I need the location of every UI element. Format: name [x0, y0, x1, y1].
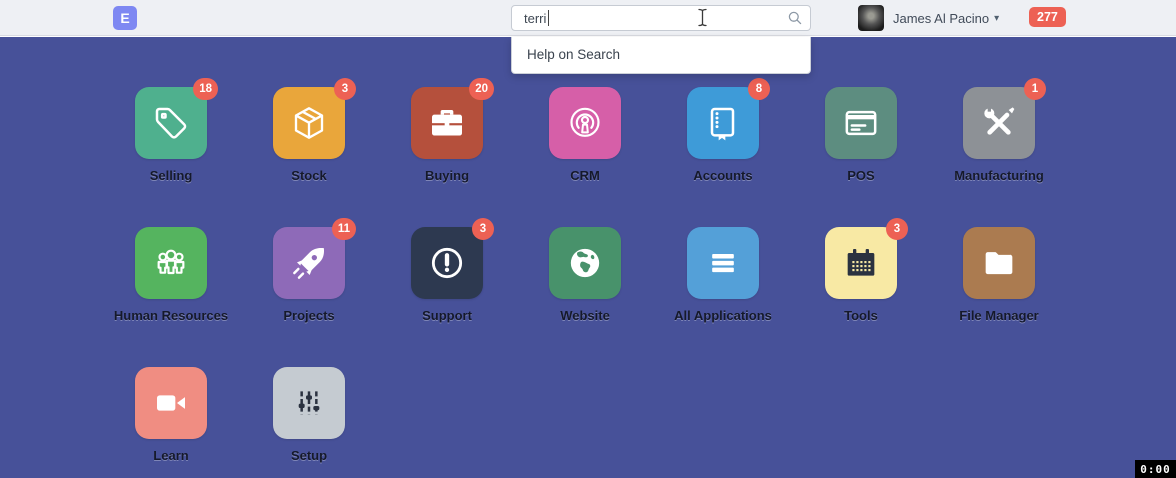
buying-tile[interactable]: 20 — [411, 87, 483, 159]
app-grid: 18 Selling 3 Sto — [102, 87, 1068, 478]
human-resources-tile[interactable] — [135, 227, 207, 299]
notification-badge: 8 — [748, 78, 770, 100]
calendar-icon — [841, 243, 881, 283]
search-suggestions-dropdown: Help on Search — [511, 37, 811, 74]
app-label: Learn — [153, 448, 188, 463]
app-shortcut-support[interactable]: 3 Support — [378, 227, 516, 367]
app-shortcut-human-resources[interactable]: Human Resources — [102, 227, 240, 367]
app-label: Setup — [291, 448, 327, 463]
ledger-book-icon — [703, 103, 743, 143]
manufacturing-tile[interactable]: 1 — [963, 87, 1035, 159]
desk-area: 18 Selling 3 Sto — [0, 37, 1176, 478]
notification-badge: 18 — [193, 78, 218, 100]
text-caret — [548, 10, 549, 26]
podcast-icon — [565, 103, 605, 143]
app-shortcut-all-applications[interactable]: All Applications — [654, 227, 792, 367]
app-shortcut-buying[interactable]: 20 Buying — [378, 87, 516, 227]
app-label: Website — [560, 308, 610, 323]
user-avatar[interactable] — [858, 5, 884, 31]
notification-badge: 11 — [332, 218, 356, 240]
app-label: Manufacturing — [954, 168, 1044, 183]
search-suggestion-help-on-search[interactable]: Help on Search — [512, 37, 810, 73]
alert-circle-icon — [427, 243, 467, 283]
learn-tile[interactable] — [135, 367, 207, 439]
accounts-tile[interactable]: 8 — [687, 87, 759, 159]
tools-tile[interactable]: 3 — [825, 227, 897, 299]
app-shortcut-selling[interactable]: 18 Selling — [102, 87, 240, 227]
globe-icon — [565, 243, 605, 283]
app-shortcut-file-manager[interactable]: File Manager — [930, 227, 1068, 367]
setup-tile[interactable] — [273, 367, 345, 439]
app-label: Projects — [283, 308, 334, 323]
app-label: Tools — [844, 308, 878, 323]
user-name[interactable]: James Al Pacino — [893, 11, 989, 26]
app-shortcut-tools[interactable]: 3 Tools — [792, 227, 930, 367]
sliders-icon — [289, 383, 329, 423]
recording-timer: 0:00 — [1135, 460, 1176, 478]
stock-tile[interactable]: 3 — [273, 87, 345, 159]
selling-tile[interactable]: 18 — [135, 87, 207, 159]
app-label: Accounts — [693, 168, 752, 183]
people-group-icon — [151, 243, 191, 283]
app-shortcut-learn[interactable]: Learn — [102, 367, 240, 478]
card-icon — [841, 103, 881, 143]
app-shortcut-projects[interactable]: 11 Projects — [240, 227, 378, 367]
app-label: Human Resources — [114, 308, 228, 323]
app-shortcut-accounts[interactable]: 8 Accounts — [654, 87, 792, 227]
projects-tile[interactable]: 11 — [273, 227, 345, 299]
wrench-screwdriver-icon — [979, 103, 1019, 143]
website-tile[interactable] — [549, 227, 621, 299]
app-label: POS — [847, 168, 874, 183]
briefcase-icon — [427, 103, 467, 143]
app-label: Stock — [291, 168, 326, 183]
app-label: Buying — [425, 168, 469, 183]
crm-tile[interactable] — [549, 87, 621, 159]
search-icon[interactable] — [787, 10, 803, 26]
app-shortcut-crm[interactable]: CRM — [516, 87, 654, 227]
app-shortcut-manufacturing[interactable]: 1 Manufacturing — [930, 87, 1068, 227]
notification-badge: 3 — [334, 78, 356, 100]
user-menu[interactable]: James Al Pacino ▾ — [858, 0, 999, 36]
menu-icon — [703, 243, 743, 283]
app-logo[interactable]: E — [113, 6, 137, 30]
notification-badge: 20 — [469, 78, 494, 100]
search-input[interactable] — [511, 5, 811, 31]
chevron-down-icon: ▾ — [994, 13, 999, 24]
notification-count-badge[interactable]: 277 — [1029, 7, 1066, 27]
file-manager-tile[interactable] — [963, 227, 1035, 299]
folder-icon — [979, 243, 1019, 283]
pos-tile[interactable] — [825, 87, 897, 159]
app-label: File Manager — [959, 308, 1038, 323]
app-shortcut-website[interactable]: Website — [516, 227, 654, 367]
app-label: CRM — [570, 168, 600, 183]
topbar: E James Al Pacino ▾ 277 — [0, 0, 1176, 36]
app-label: Support — [422, 308, 472, 323]
tag-icon — [151, 103, 191, 143]
erpnext-desk-page: E James Al Pacino ▾ 277 Help on Search — [0, 0, 1176, 478]
app-shortcut-setup[interactable]: Setup — [240, 367, 378, 478]
app-label: All Applications — [674, 308, 772, 323]
rocket-icon — [289, 243, 329, 283]
notification-badge: 1 — [1024, 78, 1046, 100]
app-label: Selling — [150, 168, 193, 183]
all-applications-tile[interactable] — [687, 227, 759, 299]
app-shortcut-pos[interactable]: POS — [792, 87, 930, 227]
app-shortcut-stock[interactable]: 3 Stock — [240, 87, 378, 227]
box-icon — [289, 103, 329, 143]
notification-badge: 3 — [886, 218, 908, 240]
support-tile[interactable]: 3 — [411, 227, 483, 299]
video-camera-icon — [151, 383, 191, 423]
notification-badge: 3 — [472, 218, 494, 240]
